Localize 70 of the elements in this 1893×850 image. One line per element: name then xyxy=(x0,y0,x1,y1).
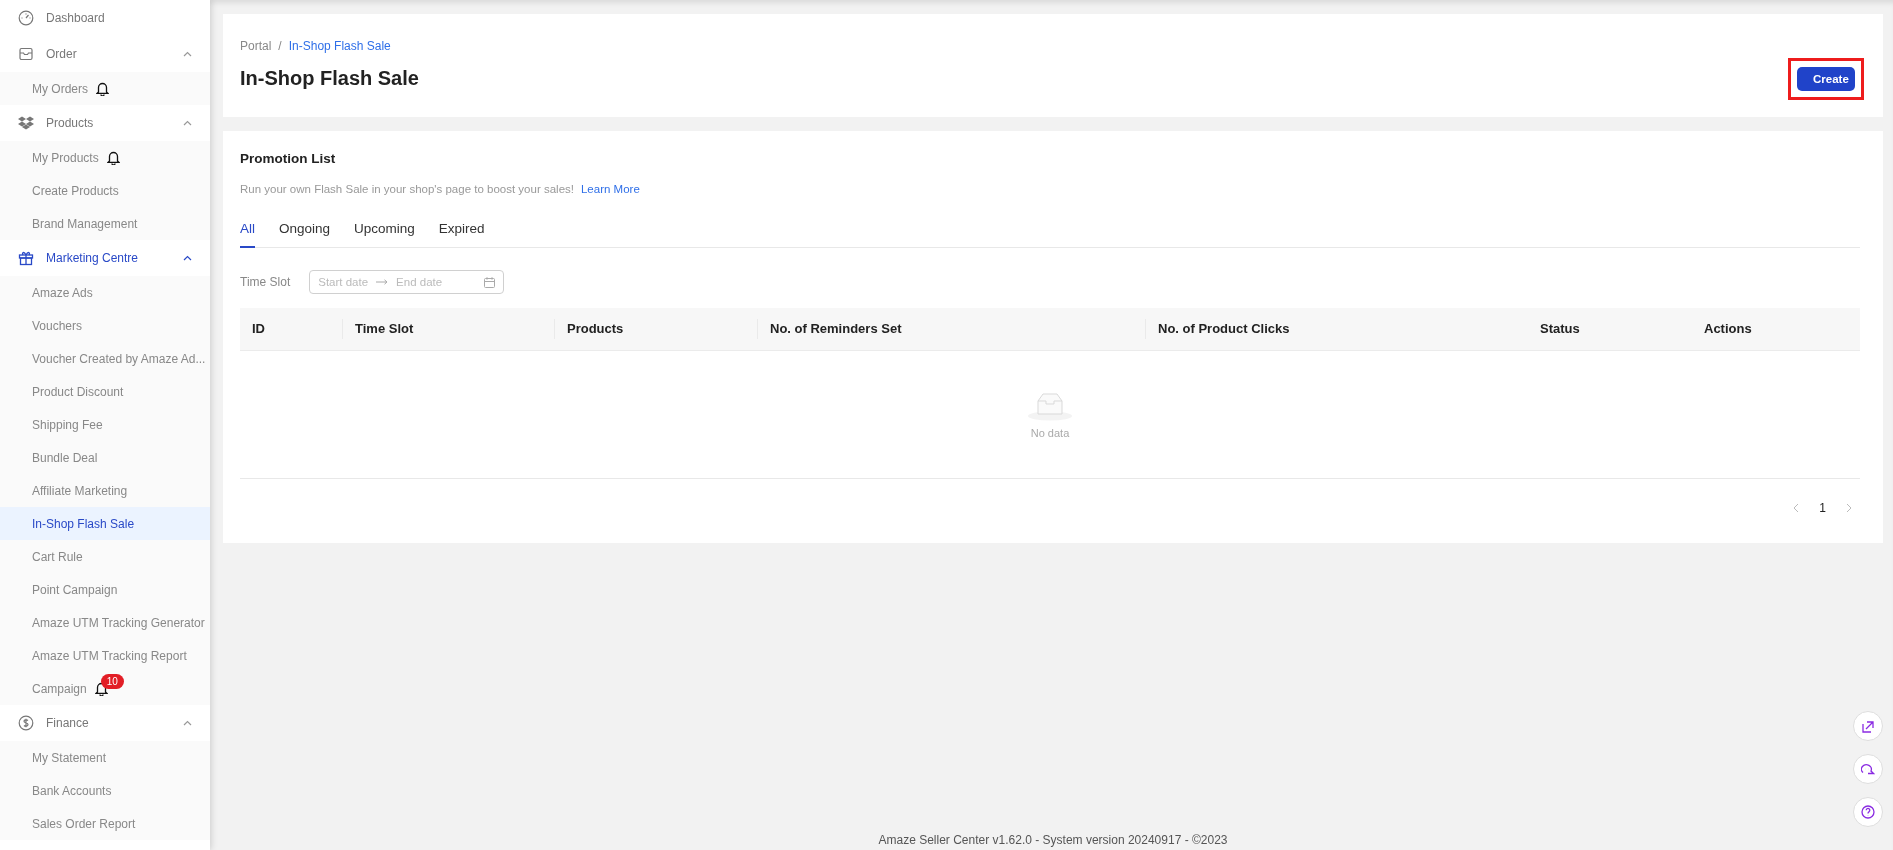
sidebar-item[interactable]: Sales Order Report xyxy=(0,807,210,840)
empty-inbox-icon xyxy=(1027,390,1073,421)
calendar-icon xyxy=(484,276,496,288)
chevron-up-icon xyxy=(183,51,192,57)
question-circle-icon xyxy=(1861,805,1875,819)
sidebar-group[interactable]: Marketing Centre xyxy=(0,240,210,276)
sidebar-item[interactable]: Amaze UTM Tracking Report xyxy=(0,639,210,672)
sidebar-item[interactable]: Amaze UTM Tracking Generator xyxy=(0,606,210,639)
sidebar-item[interactable]: Product Discount xyxy=(0,375,210,408)
column-header: No. of Product Clicks xyxy=(1145,319,1528,339)
sidebar-group[interactable]: Order xyxy=(0,36,210,72)
status-tab[interactable]: Expired xyxy=(438,216,485,248)
sidebar-item[interactable]: Voucher Created by Amaze Ad... xyxy=(0,342,210,375)
sidebar-item[interactable]: Vouchers xyxy=(0,309,210,342)
sidebar-item[interactable]: In-Shop Flash Sale xyxy=(0,507,210,540)
date-range-field[interactable]: Start date End date xyxy=(309,270,505,294)
sidebar-item[interactable]: Affiliate Marketing xyxy=(0,474,210,507)
help-button[interactable] xyxy=(1853,797,1883,827)
breadcrumb-current: In-Shop Flash Sale xyxy=(288,39,391,53)
sidebar-item[interactable]: Cart Rule xyxy=(0,540,210,573)
bell-icon[interactable] xyxy=(106,150,120,165)
boxes-icon xyxy=(18,115,34,131)
sidebar-item[interactable]: Shipping Fee xyxy=(0,408,210,441)
sidebar-group[interactable]: Products xyxy=(0,105,210,141)
status-tab[interactable]: Upcoming xyxy=(354,216,415,248)
section-title: Promotion List xyxy=(240,151,337,166)
column-header: Actions xyxy=(1703,320,1753,338)
sidebar-item[interactable]: My Statement xyxy=(0,741,210,774)
page-number[interactable]: 1 xyxy=(1819,501,1826,515)
sidebar-item[interactable]: Create Products xyxy=(0,174,210,207)
column-header: ID xyxy=(251,320,266,338)
sidebar-item[interactable]: My Orders xyxy=(0,72,210,105)
sidebar-group[interactable]: Finance xyxy=(0,705,210,741)
bell-icon[interactable] xyxy=(96,81,109,96)
gift-icon xyxy=(18,250,34,266)
status-tab[interactable]: All xyxy=(240,216,255,248)
sidebar-item[interactable]: Brand Management xyxy=(0,207,210,240)
footer-text: Amaze Seller Center v1.62.0 - System version 20240917 - ©2023 xyxy=(877,833,1229,849)
chat-button[interactable] xyxy=(1853,754,1883,784)
empty-state-text: No data xyxy=(1030,426,1070,439)
column-header: Time Slot xyxy=(342,319,554,339)
dashboard-gauge-icon xyxy=(18,10,34,26)
arrow-box-icon xyxy=(1861,719,1875,733)
notification-badge: 10 xyxy=(100,674,124,689)
sidebar-item[interactable]: Bank Accounts xyxy=(0,774,210,807)
sidebar-item[interactable]: Bundle Deal xyxy=(0,441,210,474)
sidebar-group[interactable]: Dashboard xyxy=(0,0,210,36)
inbox-icon xyxy=(18,46,34,62)
chevron-up-icon xyxy=(183,720,192,726)
filter-label: Time Slot xyxy=(240,275,291,289)
sidebar-item[interactable]: Campaign 10 xyxy=(0,672,210,705)
breadcrumb-separator: / xyxy=(278,39,282,53)
column-header: Status xyxy=(1539,320,1581,338)
column-header: No. of Reminders Set xyxy=(757,319,1145,339)
chevron-up-icon xyxy=(183,255,192,261)
column-header: Products xyxy=(554,319,757,339)
status-tab[interactable]: Ongoing xyxy=(279,216,331,248)
arrow-right-icon xyxy=(376,279,389,285)
description-text: Run your own Flash Sale in your shop's page to boost your sales! xyxy=(240,183,574,195)
page-title: In-Shop Flash Sale xyxy=(240,67,419,90)
breadcrumb-link[interactable]: Portal xyxy=(240,39,272,53)
learn-more-link[interactable]: Learn More xyxy=(580,183,640,195)
sidebar-item[interactable]: My Products xyxy=(0,141,210,174)
create-button[interactable]: Create xyxy=(1797,67,1855,91)
bell-icon[interactable] xyxy=(94,681,108,696)
sidebar-item[interactable]: Amaze Ads xyxy=(0,276,210,309)
dollar-coin-icon xyxy=(18,715,34,731)
chevron-up-icon xyxy=(183,120,192,126)
sidebar-item[interactable]: Point Campaign xyxy=(0,573,210,606)
expand-button[interactable] xyxy=(1853,711,1883,741)
